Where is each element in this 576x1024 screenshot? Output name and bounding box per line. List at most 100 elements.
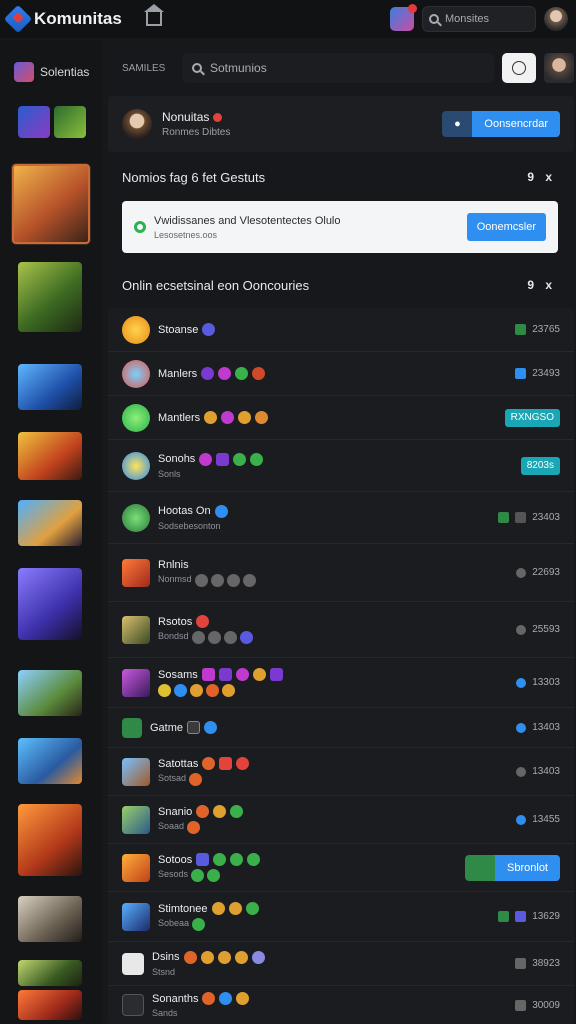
- notice-button[interactable]: Oonemcsler: [466, 213, 546, 241]
- logo-icon: [3, 4, 33, 34]
- section-title: Nomios fag 6 fet Gestuts: [122, 170, 266, 185]
- sidebar-game-thumb[interactable]: [18, 106, 50, 138]
- list-item[interactable]: Satottas Sotsad 13403: [108, 748, 574, 796]
- badge-icon: [234, 950, 248, 964]
- filter-button[interactable]: [502, 53, 536, 83]
- status-icon: [134, 221, 146, 233]
- sidebar-game-thumb[interactable]: [18, 804, 82, 876]
- badge-icon: [235, 367, 249, 380]
- section-actions[interactable]: 9 x: [527, 278, 556, 292]
- game-icon: [122, 668, 150, 697]
- badge-icon: [213, 853, 227, 866]
- list-item[interactable]: Dsins Stsnd 38923: [108, 942, 574, 986]
- row-name: Satottas: [158, 757, 199, 770]
- sidebar-game-thumb[interactable]: [18, 670, 82, 716]
- badge-icon: [250, 452, 264, 466]
- row-subtitle: Nonmsd: [158, 573, 256, 587]
- badge-icon: [158, 684, 171, 697]
- list-item[interactable]: Sonohs Sonls 8203s: [108, 440, 574, 492]
- row-name: Stimtonee: [158, 902, 208, 915]
- badge-icon: [183, 950, 197, 964]
- list-item[interactable]: Gatme 13403: [108, 708, 574, 748]
- status-icon: [515, 324, 527, 335]
- main-search-input[interactable]: Sotmunios: [182, 53, 494, 83]
- sidebar-game-thumb[interactable]: [18, 262, 82, 332]
- status-icon: [516, 567, 527, 578]
- list-item[interactable]: Mantlers RXNGSO: [108, 396, 574, 440]
- badge-icon: [202, 323, 216, 336]
- sidebar-game-thumb[interactable]: [18, 568, 82, 640]
- status-dot-icon: [213, 112, 223, 122]
- row-action-button[interactable]: Sbronlot: [495, 854, 560, 881]
- badge-icon: [233, 452, 247, 466]
- app-name: Komunitas: [34, 9, 122, 28]
- badge-icon: [219, 992, 233, 1005]
- badge-icon: [187, 721, 201, 734]
- sidebar-game-thumb[interactable]: [54, 106, 86, 138]
- sidebar-game-thumb[interactable]: [18, 364, 82, 410]
- row-value: 13403: [532, 766, 560, 777]
- row-value: 23493: [532, 368, 560, 379]
- top-search-placeholder: Monsites: [445, 13, 490, 25]
- row-subtitle: Sodsebesonton: [158, 520, 221, 531]
- section-actions[interactable]: 9 x: [527, 170, 556, 184]
- sidebar-game-thumb[interactable]: [18, 432, 82, 480]
- main-search-placeholder: Sotmunios: [210, 61, 267, 75]
- notice-title: Vwidissanes and Vlesotentectes Olulo: [154, 214, 341, 227]
- badge-icon: [230, 853, 244, 866]
- sidebar-header: Solentias: [0, 40, 102, 82]
- profile-card: Nonuitas Ronmes Dibtes ● Oonsencrdar: [108, 96, 574, 152]
- sidebar-game-thumb[interactable]: [18, 500, 82, 546]
- app-logo[interactable]: Komunitas: [3, 4, 122, 34]
- sidebar-game-thumb[interactable]: [18, 990, 82, 1020]
- badge-icon: [202, 757, 216, 770]
- sidebar-game-thumb[interactable]: [18, 738, 82, 784]
- profile-avatar-small[interactable]: [544, 53, 574, 83]
- connect-button[interactable]: Oonsencrdar: [472, 111, 560, 137]
- badge-icon: [222, 684, 235, 697]
- badge-icon: [204, 721, 218, 734]
- lock-icon-button[interactable]: ●: [442, 111, 473, 137]
- badge-icon: [219, 757, 233, 770]
- list-item[interactable]: Sosams 13303: [108, 658, 574, 708]
- game-icon: [122, 902, 150, 931]
- list-item[interactable]: Rnlnis Nonmsd 22693: [108, 544, 574, 602]
- row-name: Sonohs: [158, 453, 196, 465]
- home-icon[interactable]: [143, 4, 164, 26]
- game-icon: [122, 757, 150, 786]
- badge-icon: [201, 367, 215, 380]
- game-icon: [122, 315, 150, 344]
- profile-avatar[interactable]: [122, 109, 152, 139]
- user-avatar[interactable]: [544, 7, 568, 31]
- row-subtitle: Sesods: [158, 869, 260, 882]
- list-item[interactable]: Snanio Soaad 13455: [108, 796, 574, 844]
- top-search-input[interactable]: Monsites: [422, 6, 536, 32]
- list-item[interactable]: Hootas On Sodsebesonton 23403: [108, 492, 574, 544]
- badge-icon: [236, 757, 250, 770]
- row-tag: 8203s: [520, 456, 560, 475]
- row-subtitle: Sands: [152, 1008, 178, 1018]
- list-item[interactable]: Rsotos Bondsd 25593: [108, 602, 574, 658]
- status-icon: [516, 677, 527, 688]
- list-item[interactable]: Manlers 23493: [108, 352, 574, 396]
- list-item[interactable]: Stimtonee Sobeaa 13629: [108, 892, 574, 942]
- row-name: Gatme: [150, 721, 184, 734]
- status-icon: [516, 722, 527, 733]
- apps-icon[interactable]: [390, 4, 417, 31]
- game-icon: [122, 558, 150, 587]
- sidebar-game-thumb-selected[interactable]: [12, 164, 90, 244]
- row-subtitle: Bondsd: [158, 631, 253, 644]
- badge-icon: [255, 411, 269, 424]
- circle-icon: [512, 61, 526, 75]
- badge-icon: [216, 452, 230, 466]
- badge-icon: [196, 853, 210, 866]
- sidebar-game-thumb[interactable]: [18, 896, 82, 942]
- list-item[interactable]: Sonanths Sands 30009: [108, 986, 574, 1024]
- notification-dot: [408, 4, 417, 13]
- action-icon-button[interactable]: [465, 854, 496, 881]
- sidebar-game-thumb[interactable]: [18, 960, 82, 986]
- badge-icon: [236, 992, 250, 1005]
- list-item[interactable]: Sotoos Sesods Sbronlot: [108, 844, 574, 892]
- badge-icon: [245, 902, 259, 915]
- list-item[interactable]: Stoanse 23765: [108, 308, 574, 352]
